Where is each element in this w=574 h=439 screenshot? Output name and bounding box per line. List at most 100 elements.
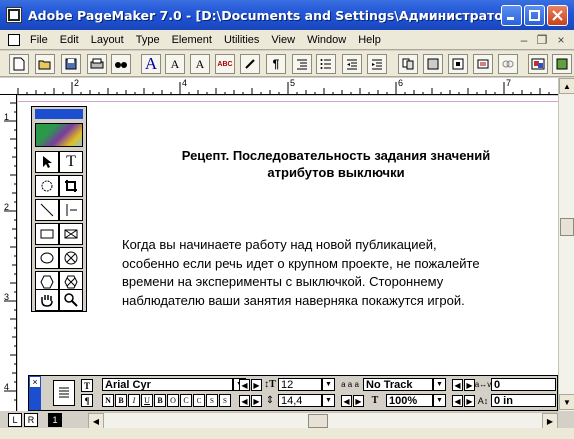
spelling-button[interactable]: ABC [215,54,235,74]
layers-icon[interactable] [473,54,493,74]
line-tool[interactable] [35,199,59,221]
close-button[interactable] [547,5,568,26]
width-down-button[interactable]: ◀ [341,395,352,407]
size-dropdown[interactable]: ▼ [322,378,335,391]
kerning-field[interactable]: 0 [491,378,556,391]
document-icon[interactable] [8,33,20,46]
zoom-tool[interactable] [59,289,83,311]
hand-tool[interactable] [35,289,59,311]
master-page-right[interactable]: R [24,413,38,427]
apply-button[interactable] [53,380,75,406]
maximize-button[interactable] [524,5,545,26]
style-underline-button[interactable]: U [141,394,153,407]
ellipse-frame-tool[interactable] [59,247,83,269]
leading-down-button[interactable]: ◀ [239,395,250,407]
control-palette-titlebar[interactable]: × [29,376,41,410]
image-icon[interactable] [528,54,548,74]
style-bold-button[interactable]: B [115,394,127,407]
doc-close-icon[interactable]: × [553,32,569,47]
toolbox-titlebar[interactable] [35,109,83,119]
rectangle-frame-tool[interactable] [59,223,83,245]
save-icon[interactable] [61,54,81,74]
scroll-left-arrow[interactable]: ◀ [88,413,104,429]
style-italic-button[interactable]: I [128,394,140,407]
menu-edit[interactable]: Edit [54,34,85,46]
tracking-dropdown[interactable]: ▼ [433,378,446,391]
new-icon[interactable] [9,54,29,74]
font-larger-button[interactable]: A [165,54,185,74]
style-caps-button[interactable]: C [180,394,192,407]
document-heading[interactable]: Рецепт. Последовательность задания значе… [150,147,522,181]
scroll-right-arrow[interactable]: ▶ [542,413,558,429]
colors-icon[interactable] [423,54,443,74]
rectangle-tool[interactable] [35,223,59,245]
menu-type[interactable]: Type [130,34,166,46]
frame-icon[interactable] [448,54,468,74]
font-smaller-button[interactable]: A [190,54,210,74]
pointer-tool[interactable] [35,151,59,173]
styles-icon[interactable] [398,54,418,74]
style-reverse-button[interactable]: B [154,394,166,407]
baseline-field[interactable]: 0 in [491,394,556,407]
open-icon[interactable] [35,54,55,74]
menu-view[interactable]: View [265,34,301,46]
horizontal-scroll-thumb[interactable] [308,414,328,428]
menu-utilities[interactable]: Utilities [218,34,265,46]
horizontal-scrollbar[interactable]: ◀ ▶ [88,412,558,429]
character-mode-button[interactable]: T [81,379,93,392]
bullets-icon[interactable] [316,54,336,74]
font-size-field[interactable]: 12 [278,378,322,391]
menu-window[interactable]: Window [301,34,352,46]
style-outline-button[interactable]: O [167,394,179,407]
scroll-up-arrow[interactable]: ▲ [559,78,574,94]
ellipse-tool[interactable] [35,247,59,269]
crop-tool[interactable] [59,175,83,197]
leading-dropdown[interactable]: ▼ [322,394,335,407]
menu-help[interactable]: Help [352,34,387,46]
width-up-button[interactable]: ▶ [353,395,364,407]
master-page-left[interactable]: L [8,413,22,427]
increase-indent-icon[interactable] [367,54,387,74]
constrained-line-tool[interactable] [59,199,83,221]
style-superscript-button[interactable]: S [206,394,218,407]
link-icon[interactable] [498,54,518,74]
style-normal-button[interactable]: N [102,394,114,407]
edit-story-icon[interactable] [240,54,260,74]
rotate-tool[interactable] [35,175,59,197]
vertical-scrollbar[interactable]: ▲ ▼ [558,78,574,411]
document-body[interactable]: Когда вы начинаете работу над новой публ… [122,236,550,310]
font-field[interactable]: Arial Cyr [102,378,233,391]
find-icon[interactable] [111,54,131,74]
print-icon[interactable] [87,54,107,74]
style-small-caps-button[interactable]: C [193,394,205,407]
place-icon[interactable] [552,54,572,74]
vertical-scroll-thumb[interactable] [560,218,574,236]
kerning-down-button[interactable]: ◀ [452,379,463,391]
leading-field[interactable]: 14,4 [278,394,322,407]
tracking-field[interactable]: No Track [363,378,433,391]
menu-layout[interactable]: Layout [85,34,130,46]
scroll-down-arrow[interactable]: ▼ [559,394,574,410]
text-tool[interactable]: T [59,151,83,173]
decrease-indent-icon[interactable] [342,54,362,74]
doc-restore-icon[interactable]: ❐ [534,32,550,47]
width-field[interactable]: 100% [386,394,433,407]
pagemaker-app-icon[interactable] [6,7,22,23]
left-ruler[interactable]: 1 2 3 4 [0,95,17,411]
style-subscript-button[interactable]: S [219,394,231,407]
top-ruler[interactable]: 2 4 5 6 7 [0,78,558,95]
doc-minimize-icon[interactable]: – [516,32,532,47]
paragraph-mode-button[interactable]: ¶ [81,394,93,407]
toolbox-palette[interactable]: T [31,106,87,312]
font-button[interactable]: A [141,54,161,74]
width-dropdown[interactable]: ▼ [433,394,446,407]
menu-file[interactable]: File [24,34,54,46]
indents-icon[interactable] [292,54,312,74]
baseline-down-button[interactable]: ◀ [452,395,463,407]
control-palette[interactable]: × T ¶ Arial Cyr ▼ N B I U B O C C S S ◀ … [28,375,558,411]
size-down-button[interactable]: ◀ [239,379,250,391]
page-1-icon[interactable]: 1 [48,413,62,427]
minimize-button[interactable] [501,5,522,26]
paragraph-button[interactable]: ¶ [266,54,286,74]
control-close-button[interactable]: × [30,377,40,387]
